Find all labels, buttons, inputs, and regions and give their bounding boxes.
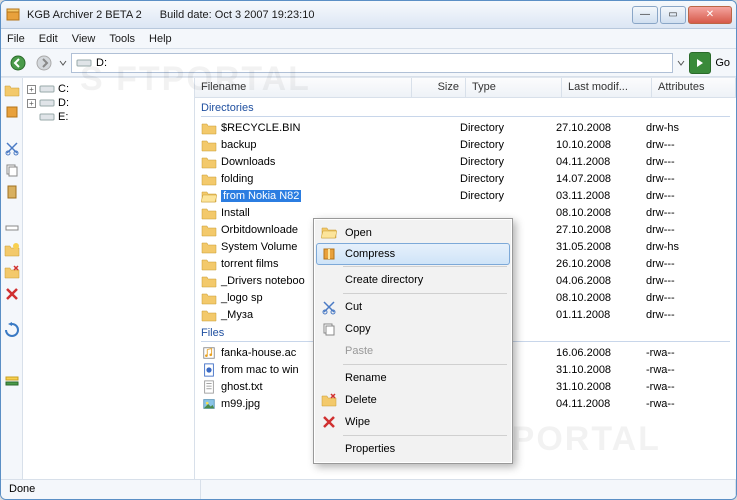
table-row[interactable]: from Nokia N82Directory03.11.2008drw--- [195,187,736,204]
wipe-icon[interactable] [4,286,20,302]
app-icon [5,7,21,23]
column-headers: Filename Size Type Last modif... Attribu… [195,78,736,98]
refresh-icon[interactable] [4,322,20,338]
context-separator [343,364,507,365]
address-bar[interactable]: D: [71,53,673,73]
context-item-cut[interactable]: Cut [317,296,509,318]
wipe-icon [319,414,339,430]
cut-icon [319,299,339,315]
address-text: D: [96,57,107,69]
context-separator [343,435,507,436]
table-row[interactable]: foldingDirectory14.07.2008drw--- [195,170,736,187]
col-attributes[interactable]: Attributes [652,78,736,97]
delete-icon[interactable] [4,264,20,280]
context-separator [343,266,507,267]
menu-edit[interactable]: Edit [39,33,58,45]
menu-file[interactable]: File [7,33,25,45]
section-directories: Directories [195,98,736,119]
drive-tree: +C: +D: E: [23,78,195,479]
delete-icon [319,392,339,408]
copy-icon[interactable] [4,162,20,178]
forward-button[interactable] [33,52,55,74]
table-row[interactable]: DownloadsDirectory04.11.2008drw--- [195,153,736,170]
tree-item-d[interactable]: +D: [27,96,190,110]
menu-view[interactable]: View [72,33,96,45]
app-title: KGB Archiver 2 BETA 2 [27,9,142,21]
col-filename[interactable]: Filename [195,78,412,97]
col-type[interactable]: Type [466,78,562,97]
col-size[interactable]: Size [412,78,466,97]
build-date: Build date: Oct 3 2007 19:23:10 [160,9,315,21]
open-icon [319,225,339,241]
context-item-compress[interactable]: Compress [316,243,510,265]
col-modified[interactable]: Last modif... [562,78,652,97]
context-separator [343,293,507,294]
paste-icon[interactable] [4,184,20,200]
context-item-rename[interactable]: Rename [317,367,509,389]
open-icon[interactable] [4,82,20,98]
context-item-delete[interactable]: Delete [317,389,509,411]
menu-help[interactable]: Help [149,33,172,45]
titlebar: KGB Archiver 2 BETA 2 Build date: Oct 3 … [1,1,736,29]
context-menu: OpenCompress Create directory CutCopyPaste… [313,218,513,464]
copy-icon [319,321,339,337]
context-item-paste: Paste [317,340,509,362]
menubar: File Edit View Tools Help [1,29,736,49]
chevron-down-icon[interactable] [59,59,67,67]
menu-tools[interactable]: Tools [109,33,135,45]
compress-icon[interactable] [4,104,20,120]
compress-icon [319,246,339,262]
chevron-down-icon[interactable] [677,59,685,67]
minimize-button[interactable]: — [632,6,658,24]
newdir-icon[interactable] [4,242,20,258]
tree-item-e[interactable]: E: [27,110,190,124]
go-label: Go [715,57,730,69]
cut-icon[interactable] [4,140,20,156]
table-row[interactable]: $RECYCLE.BINDirectory27.10.2008drw-hs [195,119,736,136]
toolbar: D: Go [1,49,736,77]
context-item-create-directory[interactable]: Create directory [317,269,509,291]
back-button[interactable] [7,52,29,74]
context-item-copy[interactable]: Copy [317,318,509,340]
context-item-open[interactable]: Open [317,222,509,244]
side-toolbar [1,78,23,479]
rename-icon[interactable] [4,220,20,236]
status-text: Done [1,480,201,499]
settings-icon[interactable] [4,374,20,390]
close-button[interactable]: ✕ [688,6,732,24]
context-item-properties[interactable]: Properties [317,438,509,460]
statusbar: Done [1,479,736,499]
maximize-button[interactable]: ▭ [660,6,686,24]
context-item-wipe[interactable]: Wipe [317,411,509,433]
table-row[interactable]: backupDirectory10.10.2008drw--- [195,136,736,153]
drive-icon [76,57,92,69]
tree-item-c[interactable]: +C: [27,82,190,96]
go-button[interactable] [689,52,711,74]
